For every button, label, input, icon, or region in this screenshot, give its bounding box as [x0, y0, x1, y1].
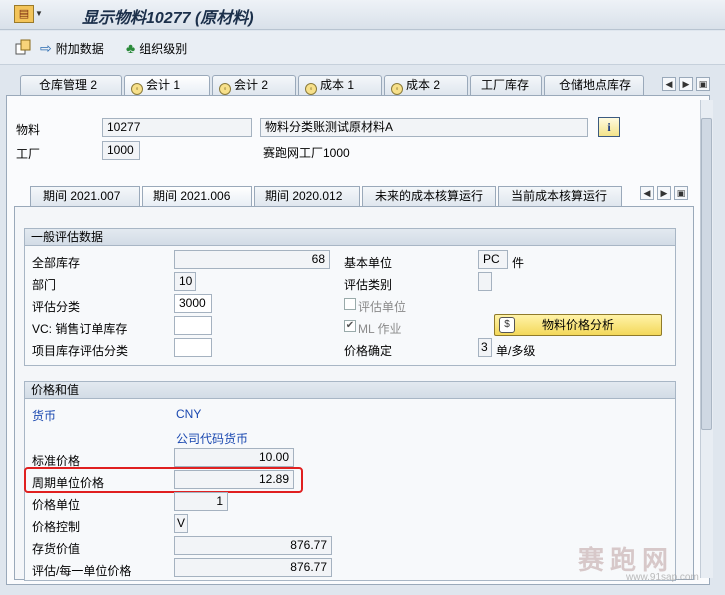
info-icon[interactable]: i: [598, 117, 620, 137]
tab-period-2020-012[interactable]: 期间 2020.012: [254, 186, 360, 206]
vc-sales-order-label: VC: 销售订单库存: [32, 322, 128, 336]
division-field[interactable]: 10: [174, 272, 196, 291]
total-stock-label: 全部库存: [32, 256, 81, 270]
stock-value-field[interactable]: 876.77: [174, 536, 332, 555]
org-levels-button[interactable]: ♣ 组织级别: [126, 38, 187, 58]
tab-scroll-left-icon[interactable]: ◀: [662, 77, 676, 91]
base-unit-label: 基本单位: [344, 256, 393, 270]
valuation-class-field[interactable]: 3000: [174, 294, 212, 313]
project-stock-label: 项目库存评估分类: [32, 344, 129, 358]
valuation-per-unit-field[interactable]: 876.77: [174, 558, 332, 577]
watermark-url: www.91sap.com: [626, 572, 699, 583]
price-control-label: 价格控制: [32, 520, 81, 534]
price-control-field[interactable]: V: [174, 514, 188, 533]
tab-costing-1[interactable]: ◦ 成本 1: [298, 75, 382, 95]
company-code-currency: 公司代码货币: [176, 432, 249, 446]
material-label: 物料: [16, 123, 41, 137]
price-unit-field[interactable]: 1: [174, 492, 228, 511]
division-label: 部门: [32, 278, 57, 292]
price-determination-label: 价格确定: [344, 344, 393, 358]
plant-field[interactable]: 1000: [102, 141, 140, 160]
total-stock-field[interactable]: 68: [174, 250, 330, 269]
period-tab-list-icon[interactable]: ▣: [674, 186, 688, 200]
material-description-field[interactable]: 物料分类账测试原材料A: [260, 118, 588, 137]
tab-current-costing-run[interactable]: 当前成本核算运行: [498, 186, 622, 206]
new-entry-icon[interactable]: [14, 38, 32, 56]
chevron-down-icon[interactable]: ▼: [35, 9, 43, 18]
tab-accounting-2[interactable]: ◦ 会计 2: [212, 75, 296, 95]
tab-storage-location-stock[interactable]: 仓储地点库存: [544, 75, 644, 95]
org-tree-icon: ♣: [126, 40, 136, 56]
tab-warehouse-2[interactable]: 仓库管理 2: [20, 75, 122, 95]
ml-act-label: ML 作业: [358, 322, 402, 336]
group-title: 价格和值: [25, 382, 675, 399]
application-toolbar: [0, 31, 725, 65]
vc-sales-order-field[interactable]: [174, 316, 212, 335]
plant-description: 赛跑网工厂1000: [263, 146, 350, 160]
tab-period-2021-006[interactable]: 期间 2021.006: [142, 186, 252, 206]
valuation-category-field[interactable]: [478, 272, 492, 291]
material-field[interactable]: 10277: [102, 118, 252, 137]
tab-plant-stock[interactable]: 工厂库存: [470, 75, 542, 95]
base-unit-field[interactable]: PC: [478, 250, 508, 269]
arrow-right-icon: ⇨: [40, 39, 52, 56]
tab-status-icon: ◦: [391, 83, 403, 95]
standard-price-field[interactable]: 10.00: [174, 448, 294, 467]
tab-list-icon[interactable]: ▣: [696, 77, 710, 91]
system-menu-icon[interactable]: ▤: [14, 5, 34, 23]
tab-status-icon: ◦: [305, 83, 317, 95]
base-unit-text: 件: [512, 256, 525, 270]
material-price-analysis-button[interactable]: $ 物料价格分析: [494, 314, 662, 336]
tab-status-icon: ◦: [219, 83, 231, 95]
valuation-per-unit-label: 评估/每一单位价格: [32, 564, 132, 578]
tab-accounting-1[interactable]: ◦ 会计 1: [124, 75, 210, 95]
valuation-unit-label: 评估单位: [358, 300, 407, 314]
currency-value: CNY: [176, 407, 202, 421]
valuation-category-label: 评估类别: [344, 278, 393, 292]
tab-status-icon: ◦: [131, 83, 143, 95]
highlight-box: [24, 467, 303, 493]
valuation-class-label: 评估分类: [32, 300, 81, 314]
tab-scroll-right-icon[interactable]: ▶: [679, 77, 693, 91]
scroll-thumb[interactable]: [701, 118, 712, 430]
currency-label: 货币: [32, 409, 57, 423]
additional-data-button[interactable]: ⇨ 附加数据: [40, 38, 104, 58]
ml-act-checkbox[interactable]: ✔: [344, 320, 356, 332]
period-tab-scroll-left-icon[interactable]: ◀: [640, 186, 654, 200]
price-determination-text: 单/多级: [496, 344, 536, 358]
tab-costing-2[interactable]: ◦ 成本 2: [384, 75, 468, 95]
price-unit-label: 价格单位: [32, 498, 81, 512]
tab-future-costing-run[interactable]: 未来的成本核算运行: [362, 186, 496, 206]
period-tab-scroll-right-icon[interactable]: ▶: [657, 186, 671, 200]
page-title: 显示物料10277 (原材料): [82, 10, 254, 27]
coin-search-icon: $: [499, 317, 515, 333]
price-determination-field[interactable]: 3: [478, 338, 492, 357]
group-title: 一般评估数据: [25, 229, 675, 246]
plant-label: 工厂: [16, 147, 41, 161]
stock-value-label: 存货价值: [32, 542, 81, 556]
tab-period-2021-007[interactable]: 期间 2021.007: [30, 186, 140, 206]
valuation-unit-checkbox[interactable]: [344, 298, 356, 310]
project-stock-field[interactable]: [174, 338, 212, 357]
